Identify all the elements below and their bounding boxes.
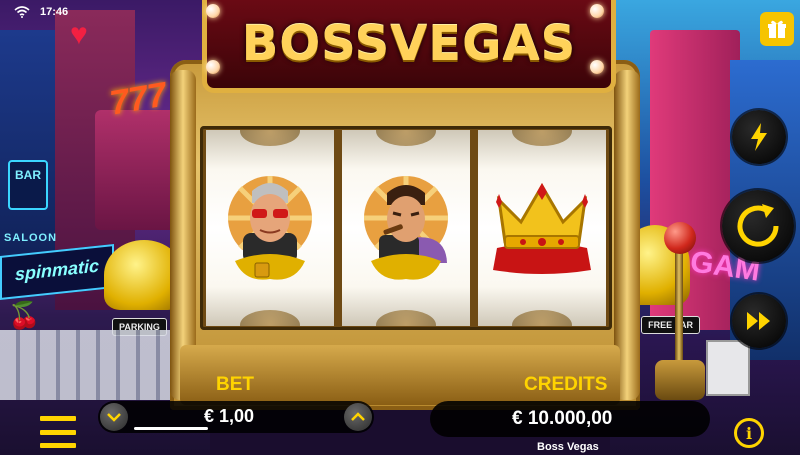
game-scene: 777 BAR SALOON spinmatic 🍒 PARKING GAM F…: [0, 0, 800, 455]
info-icon: i: [745, 423, 753, 443]
bet-level-bar: [134, 427, 208, 430]
marquee-bulb: [206, 60, 220, 74]
credits-value: € 10.000,00: [512, 408, 613, 429]
boss-cigar-icon: [364, 176, 448, 280]
chevron-up-icon: [351, 412, 365, 421]
crown-icon: [493, 183, 591, 274]
spin-button[interactable]: [722, 190, 794, 262]
bar-sign: BAR: [8, 160, 48, 210]
gift-button[interactable]: [760, 12, 794, 46]
symbol-peek: [240, 310, 300, 326]
symbol-peek: [240, 130, 300, 146]
marquee: BOSSVEGAS: [202, 0, 616, 93]
menu-icon-line: [40, 429, 76, 435]
symbol-peek: [512, 130, 572, 146]
lever-stick[interactable]: [675, 245, 683, 375]
marquee-bulb: [590, 60, 604, 74]
parking-sign: FREE PAR: [641, 316, 700, 334]
reel-window: [200, 126, 612, 330]
marquee-bulb: [206, 4, 220, 18]
gift-icon: [768, 20, 786, 38]
status-bar: 17:46: [0, 0, 68, 24]
spin-icon: [737, 204, 779, 247]
chevron-down-icon: [107, 413, 121, 422]
symbol-peek: [512, 310, 572, 326]
wifi-icon: [14, 6, 30, 18]
credits-label: CREDITS: [524, 374, 608, 395]
menu-icon-line: [40, 443, 76, 448]
boss-sunglasses-icon: [228, 176, 312, 280]
bet-decrease-button[interactable]: [100, 403, 128, 431]
turbo-button[interactable]: [732, 110, 786, 164]
reel-2: [342, 130, 470, 326]
lightning-icon: [751, 123, 767, 151]
game-title: BOSSVEGAS: [241, 16, 577, 72]
heart-icon: ♥: [70, 18, 88, 51]
reel-3: [478, 130, 606, 326]
menu-icon-line: [40, 416, 76, 421]
qr-code-box: [706, 340, 750, 396]
saloon-sign: SALOON: [4, 232, 58, 244]
lever-base: [655, 360, 705, 400]
reel-1: [206, 130, 334, 326]
info-button[interactable]: i: [734, 418, 764, 448]
bet-value: € 1,00: [204, 406, 255, 426]
fence: [0, 330, 180, 400]
bet-label: BET: [216, 374, 254, 395]
clock: 17:46: [40, 6, 69, 18]
game-name: Boss Vegas: [537, 441, 599, 453]
symbol-peek: [376, 130, 436, 146]
autoplay-button[interactable]: [732, 294, 786, 348]
bet-increase-button[interactable]: [344, 403, 372, 431]
marquee-bulb: [590, 4, 604, 18]
fast-forward-icon: [747, 312, 770, 330]
menu-button[interactable]: [40, 416, 76, 448]
lever-knob[interactable]: [664, 222, 696, 254]
symbol-peek: [376, 310, 436, 326]
cherry-icon: 🍒: [8, 300, 41, 330]
